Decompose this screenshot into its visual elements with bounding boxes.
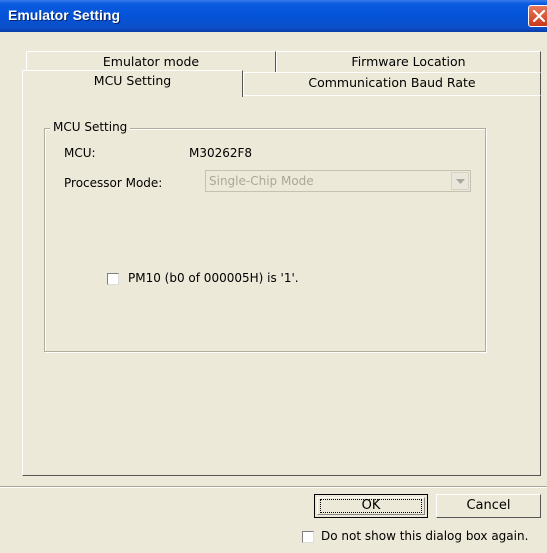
mcu-label: MCU: [64,146,96,160]
tab-communication-baud-rate-label: Communication Baud Rate [308,75,476,90]
pm10-checkbox[interactable] [107,273,119,285]
dont-show-again-label: Do not show this dialog box again. [321,529,529,543]
mcu-setting-groupbox [44,128,486,352]
dont-show-again-checkbox[interactable] [302,531,314,543]
footer-separator [0,486,547,488]
close-button[interactable] [528,5,547,27]
ok-button-label: OK [361,498,381,513]
groupbox-title: MCU Setting [50,120,131,134]
processor-mode-select[interactable]: Single-Chip Mode [205,170,471,192]
tab-mcu-setting[interactable]: MCU Setting [22,70,243,97]
tab-emulator-mode-label: Emulator mode [102,54,200,69]
cancel-button[interactable]: Cancel [436,494,541,518]
processor-mode-value: Single-Chip Mode [209,174,314,188]
emulator-setting-dialog: Emulator Setting Emulator mode Firmware … [0,0,547,553]
window-title: Emulator Setting [8,7,121,23]
cancel-button-label: Cancel [466,498,511,513]
tab-communication-baud-rate[interactable]: Communication Baud Rate [243,72,541,96]
pm10-checkbox-label: PM10 (b0 of 000005H) is '1'. [128,271,299,285]
tab-firmware-location-label: Firmware Location [351,54,466,69]
dropdown-button[interactable] [451,172,469,190]
close-icon [533,10,545,22]
mcu-value: M30262F8 [189,146,253,160]
processor-mode-label: Processor Mode: [64,176,163,190]
title-bar[interactable]: Emulator Setting [0,0,547,32]
tab-mcu-setting-label: MCU Setting [93,73,172,88]
ok-button[interactable]: OK [314,494,428,518]
chevron-down-icon [456,179,465,184]
